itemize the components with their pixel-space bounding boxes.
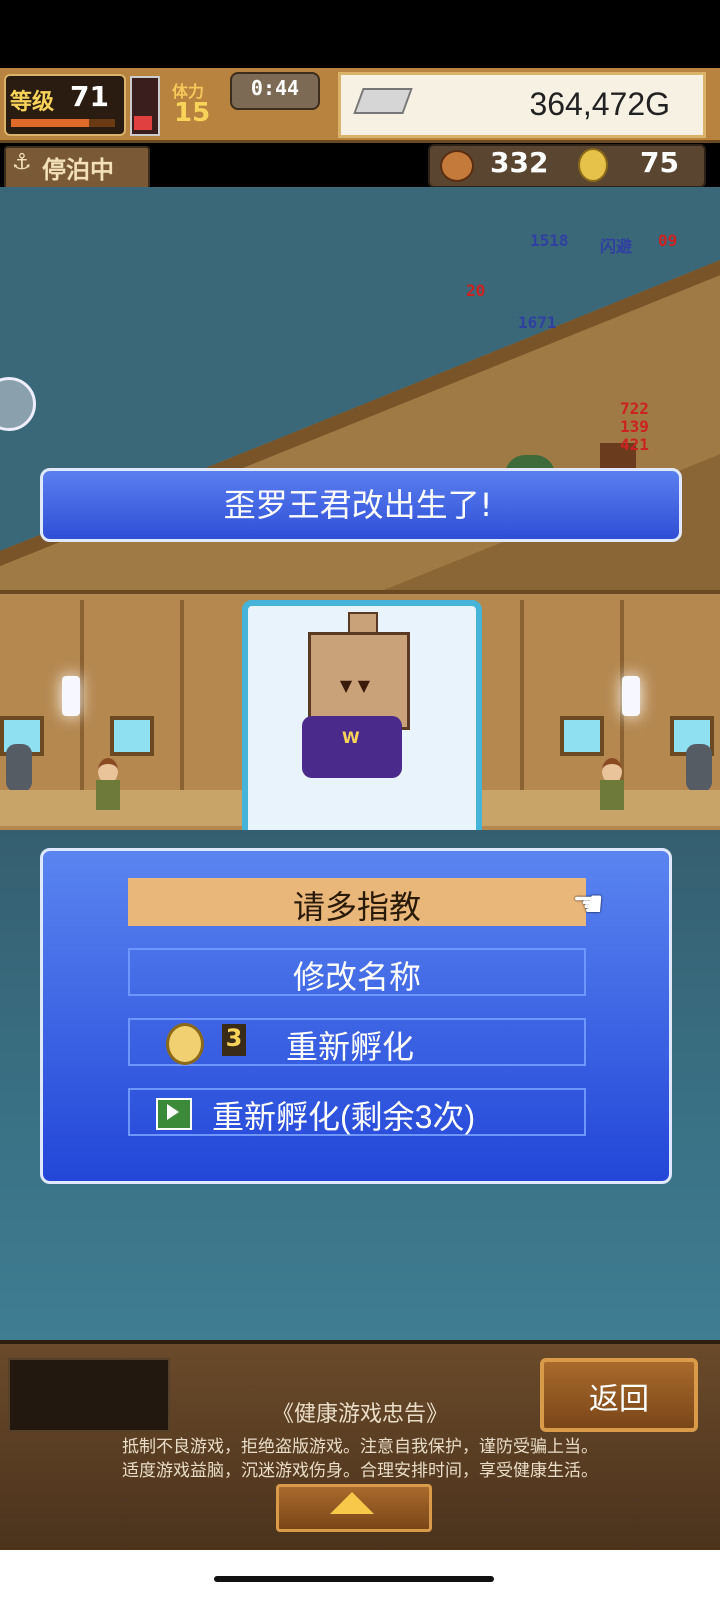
stamina-value: 15 (174, 98, 211, 128)
damage-number: 1518 (530, 231, 569, 250)
cabin-window (560, 716, 604, 756)
birth-banner-text: 歪罗王君改出生了! (223, 486, 493, 524)
rename-button[interactable]: 修改名称 (128, 948, 586, 996)
status-bar (0, 0, 720, 68)
cabin-window (110, 716, 154, 756)
home-indicator-area (0, 1550, 720, 1600)
lamp-icon (622, 676, 640, 716)
food-icon (440, 150, 474, 182)
timer-text: 0:44 (250, 76, 300, 100)
stamina-gauge-fill (134, 116, 152, 130)
crew-sprite (92, 758, 124, 814)
lamp-icon (62, 676, 80, 716)
level-value: 71 (70, 80, 109, 113)
resource2-value: 75 (640, 146, 679, 179)
health-notice-title: 《健康游戏忠告》 (271, 1402, 448, 1427)
health-notice-line: 适度游戏益脑，沉迷游戏伤身。合理安排时间，享受健康生活。 (122, 1461, 598, 1481)
wall-plank (80, 600, 84, 800)
damage-number: 139 (620, 417, 649, 436)
damage-number: 闪避 (600, 237, 633, 256)
play-triangle-icon (167, 1104, 179, 1120)
level-label: 等级 (10, 90, 55, 115)
side-float-button[interactable] (0, 377, 36, 431)
rename-button-label: 修改名称 (292, 959, 421, 995)
greet-button-label: 请多指教 (292, 889, 421, 925)
barrel-icon (6, 744, 32, 792)
greet-button[interactable]: 请多指教 (128, 878, 586, 926)
barrel-icon (686, 744, 712, 792)
damage-number: 09 (658, 231, 678, 250)
exp-bar-fill (11, 119, 89, 127)
gold-amount: 364,472G (529, 86, 670, 122)
angry-face-icon: ▼ ▼ (339, 676, 371, 695)
crew-sprite (596, 758, 628, 814)
health-notice-line: 抵制不良游戏，拒绝盗版游戏。注意自我保护，谨防受骗上当。 (122, 1437, 598, 1457)
coin-icon (578, 148, 608, 182)
up-arrow-icon (330, 1492, 374, 1514)
damage-number: 1671 (518, 313, 557, 332)
medal-coin-icon (166, 1023, 204, 1065)
rehatch-ad-label: 重新孵化(剩余3次) (212, 1099, 476, 1135)
wall-plank (520, 600, 524, 800)
wall-plank (180, 600, 184, 800)
coin-cost: 3 (222, 1024, 246, 1056)
anchor-icon: ⚓ (12, 150, 32, 175)
pointing-hand-icon: ☚ (572, 884, 605, 925)
damage-number: 421 (620, 435, 649, 454)
w-emblem-icon: W (342, 728, 360, 747)
damage-number: 20 (466, 281, 486, 300)
silver-bar-icon (353, 88, 413, 114)
resource1-value: 332 (490, 146, 549, 179)
rehatch-coin-label: 重新孵化 (286, 1029, 415, 1065)
character-body-sprite (302, 716, 402, 778)
anchor-status-text: 停泊中 (42, 156, 114, 184)
rehatch-ad-button[interactable]: 重新孵化(剩余3次) (128, 1088, 586, 1136)
damage-number: 722 (620, 399, 649, 418)
home-indicator[interactable] (214, 1576, 494, 1582)
